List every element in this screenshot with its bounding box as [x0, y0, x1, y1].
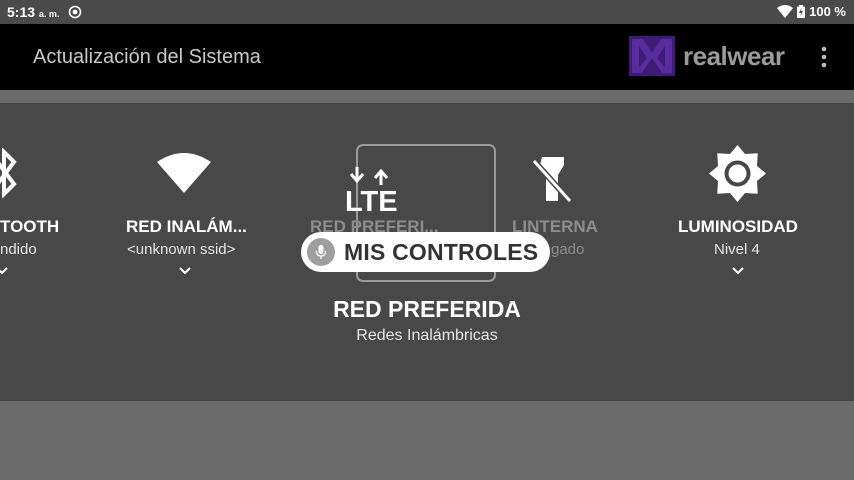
status-ampm: a. m. — [38, 9, 60, 19]
microphone-icon — [307, 238, 335, 266]
chevron-down-icon[interactable] — [0, 266, 8, 276]
tile-brightness-status: Nivel 4 — [714, 241, 760, 258]
battery-icon — [797, 5, 806, 18]
battery-percent: 100 % — [809, 4, 846, 19]
status-time: 5:13 a. m. — [7, 4, 59, 20]
status-right: 100 % — [777, 4, 846, 19]
brightness-icon — [709, 145, 766, 202]
realwear-logo-mark — [629, 36, 675, 76]
overflow-menu-icon[interactable] — [812, 44, 836, 70]
bluetooth-icon — [0, 148, 17, 198]
app-title: Actualización del Sistema — [33, 46, 261, 68]
tile-flashlight-status: gado — [551, 241, 585, 258]
app-bar: Actualización del Sistema realwear — [0, 24, 854, 90]
chevron-down-icon[interactable] — [179, 266, 191, 276]
tile-bluetooth-status: ndido — [0, 241, 37, 258]
sync-icon — [68, 5, 82, 19]
voice-command-label: MIS CONTROLES — [344, 238, 539, 265]
detail-title: RED PREFERIDA — [333, 296, 521, 322]
status-time-value: 5:13 — [7, 4, 36, 20]
wifi-status-icon — [777, 5, 794, 18]
voice-command-button[interactable]: MIS CONTROLES — [301, 232, 550, 272]
detail-subtitle: Redes Inalámbricas — [356, 327, 498, 344]
wifi-icon — [157, 153, 211, 193]
realwear-logo: realwear — [629, 36, 785, 76]
tile-bluetooth-label: TOOTH — [0, 217, 60, 236]
lte-icon: LTE — [345, 186, 398, 218]
flashlight-off-icon — [531, 157, 573, 203]
tile-wifi-status: <unknown ssid> — [127, 241, 236, 258]
logo-text: realwear — [683, 40, 785, 71]
lte-arrows-icon — [349, 167, 389, 185]
chevron-down-icon[interactable] — [732, 266, 744, 276]
tile-brightness-label: LUMINOSIDAD — [678, 217, 798, 236]
status-bar: 5:13 a. m. 100 % — [0, 0, 854, 24]
tile-wifi-label: RED INALÁM... — [126, 217, 247, 236]
